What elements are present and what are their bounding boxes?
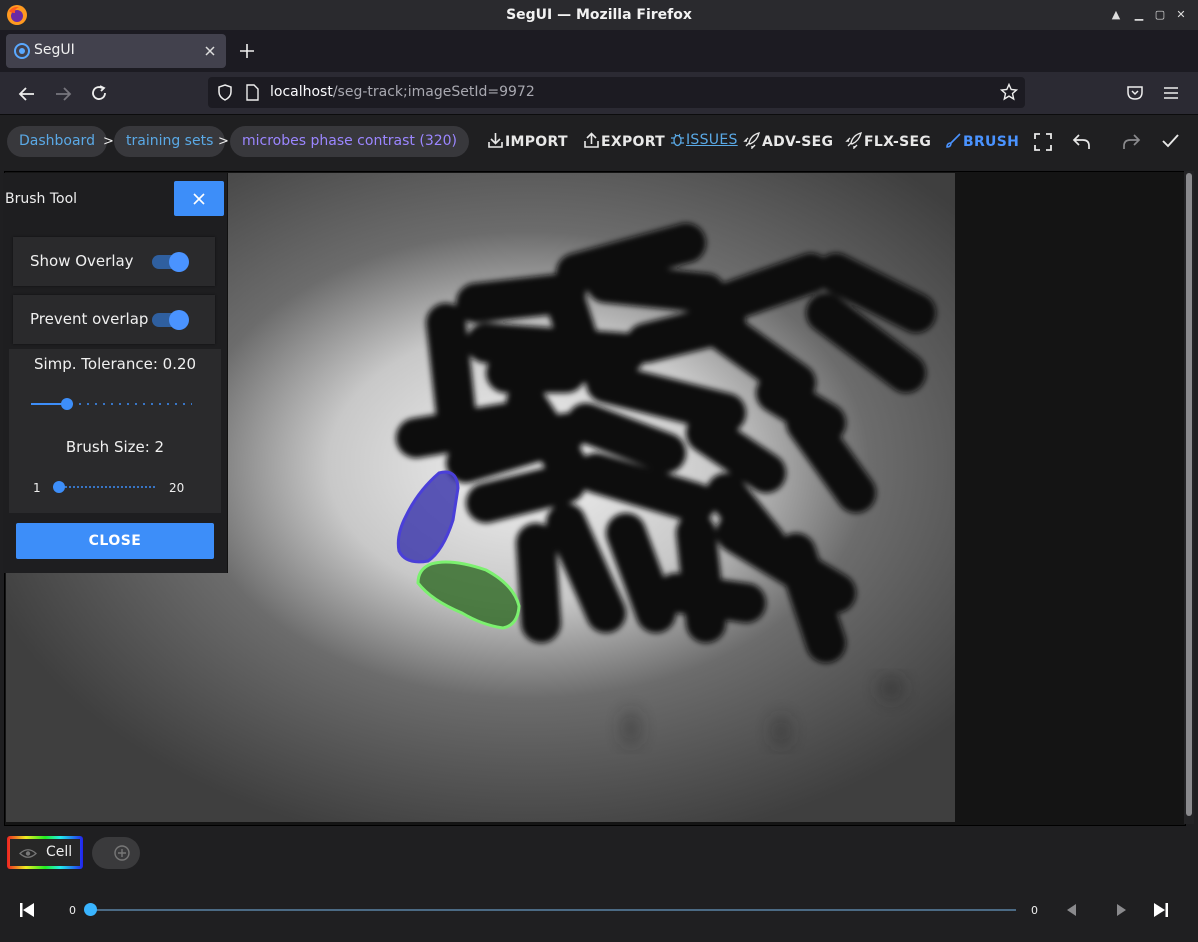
label-chip-cell[interactable]: Cell — [7, 836, 83, 869]
reload-icon[interactable] — [90, 84, 108, 102]
brush-tool-panel: Brush Tool Show Overlay Prevent overlap … — [3, 173, 228, 573]
brush-panel-close-button[interactable] — [174, 181, 224, 216]
tab-close-icon[interactable] — [204, 45, 216, 57]
url-host: localhost — [270, 84, 333, 100]
next-frame-icon[interactable] — [1116, 903, 1127, 917]
page-info-icon[interactable] — [245, 84, 259, 101]
window-keep-above-button[interactable]: ▲ — [1107, 6, 1125, 24]
canvas-scrollbar-thumb[interactable] — [1186, 173, 1192, 816]
breadcrumb-separator: > — [218, 134, 229, 149]
upload-icon — [584, 132, 599, 148]
url-path: /seg-track;imageSetId=9972 — [332, 84, 535, 100]
export-button[interactable]: EXPORT — [583, 132, 665, 150]
timeline-slider-thumb[interactable] — [84, 903, 97, 916]
prevent-overlap-row: Prevent overlap — [13, 295, 215, 344]
breadcrumb-current-set[interactable]: microbes phase contrast (320) — [230, 126, 470, 157]
brush-size-slider[interactable] — [49, 480, 161, 494]
tolerance-label: Simp. Tolerance: 0.20 — [33, 355, 197, 373]
breadcrumb-dashboard[interactable]: Dashboard — [7, 126, 107, 157]
issues-button[interactable]: ISSUES — [670, 132, 738, 148]
close-button[interactable]: CLOSE — [16, 523, 214, 559]
flx-seg-button[interactable]: FLX-SEG — [845, 132, 931, 150]
breadcrumb-separator: > — [103, 134, 114, 149]
rocket-icon — [845, 132, 862, 150]
window-title: SegUI — Mozilla Firefox — [506, 7, 692, 23]
export-label: EXPORT — [601, 134, 666, 150]
checkmark-icon[interactable] — [1162, 134, 1179, 148]
prevent-overlap-label: Prevent overlap — [30, 310, 149, 328]
previous-frame-icon[interactable] — [1066, 903, 1077, 917]
tab-segui[interactable]: SegUI — [6, 34, 226, 68]
segui-favicon-icon — [14, 43, 30, 59]
eye-icon[interactable] — [19, 848, 37, 859]
skip-to-start-icon[interactable] — [19, 902, 35, 918]
pocket-icon[interactable] — [1126, 84, 1144, 102]
issues-label: ISSUES — [686, 132, 738, 148]
rocket-icon — [743, 132, 760, 150]
timeline-end-value: 0 — [1031, 904, 1038, 917]
back-arrow-icon[interactable] — [18, 85, 36, 103]
adv-seg-button[interactable]: ADV-SEG — [743, 132, 833, 150]
shield-icon[interactable] — [217, 84, 233, 101]
redo-icon[interactable] — [1122, 133, 1141, 150]
brush-icon — [946, 133, 961, 148]
fullscreen-icon[interactable] — [1034, 133, 1052, 151]
tolerance-slider[interactable] — [29, 397, 195, 411]
bookmark-star-icon[interactable] — [1000, 83, 1018, 101]
window-close-button[interactable]: ✕ — [1172, 6, 1190, 24]
label-chip-text: Cell — [46, 844, 73, 860]
download-icon — [488, 133, 503, 148]
brush-size-label: Brush Size: 2 — [65, 438, 165, 456]
address-bar[interactable]: localhost/seg-track;imageSetId=9972 — [208, 77, 1025, 108]
url-text: localhost/seg-track;imageSetId=9972 — [270, 84, 535, 100]
add-circle-icon — [114, 845, 130, 861]
show-overlay-toggle-knob[interactable] — [169, 252, 189, 272]
window-maximize-button[interactable]: ▢ — [1151, 6, 1169, 24]
close-icon — [193, 193, 205, 205]
breadcrumb-training-sets[interactable]: training sets — [114, 126, 226, 157]
brush-label: BRUSH — [963, 134, 1020, 150]
brush-button[interactable]: BRUSH — [945, 132, 1019, 150]
skip-to-end-icon[interactable] — [1153, 902, 1169, 918]
timeline-start-value: 0 — [69, 904, 76, 917]
tolerance-slider-thumb[interactable] — [61, 398, 73, 410]
timeline-slider[interactable] — [90, 909, 1016, 911]
import-label: IMPORT — [505, 134, 568, 150]
show-overlay-row: Show Overlay — [13, 237, 215, 286]
brush-size-min: 1 — [33, 481, 41, 495]
brush-size-slider-thumb[interactable] — [53, 481, 65, 493]
window-titlebar: SegUI — Mozilla Firefox ▲ ▁ ▢ ✕ — [0, 0, 1198, 31]
import-button[interactable]: IMPORT — [487, 132, 568, 150]
window-minimize-button[interactable]: ▁ — [1130, 6, 1148, 24]
add-label-button[interactable] — [92, 837, 140, 869]
adv-seg-label: ADV-SEG — [762, 134, 834, 150]
prevent-overlap-toggle-knob[interactable] — [169, 310, 189, 330]
forward-arrow-icon[interactable] — [54, 85, 72, 103]
new-tab-icon[interactable] — [239, 43, 255, 59]
undo-icon[interactable] — [1072, 133, 1091, 150]
hamburger-menu-icon[interactable] — [1163, 85, 1179, 101]
show-overlay-label: Show Overlay — [30, 252, 134, 270]
flx-seg-label: FLX-SEG — [864, 134, 932, 150]
bug-icon — [671, 133, 684, 147]
brush-settings-card: Simp. Tolerance: 0.20 Brush Size: 2 1 20 — [9, 349, 221, 513]
brush-panel-title: Brush Tool — [5, 191, 78, 207]
brush-size-max: 20 — [169, 481, 185, 495]
tab-label: SegUI — [34, 42, 75, 58]
